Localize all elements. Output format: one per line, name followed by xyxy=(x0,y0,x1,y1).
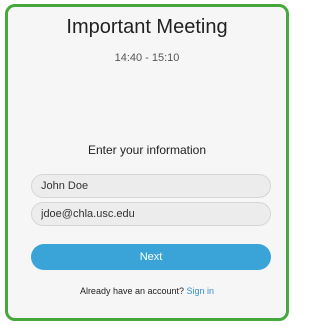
form-prompt: Enter your information xyxy=(87,143,207,157)
account-text: Already have an account? xyxy=(79,286,185,296)
meeting-time: 14:40 - 15:10 xyxy=(114,52,180,64)
signin-link[interactable]: Sign in xyxy=(187,286,215,296)
meeting-title: Important Meeting xyxy=(66,16,228,38)
name-field[interactable] xyxy=(31,174,271,198)
next-button[interactable]: Next xyxy=(31,244,271,270)
email-field[interactable] xyxy=(31,202,271,226)
meeting-card: Important Meeting 14:40 - 15:10 Enter yo… xyxy=(5,4,289,321)
signin-row: Already have an account? Sign in xyxy=(8,286,286,296)
